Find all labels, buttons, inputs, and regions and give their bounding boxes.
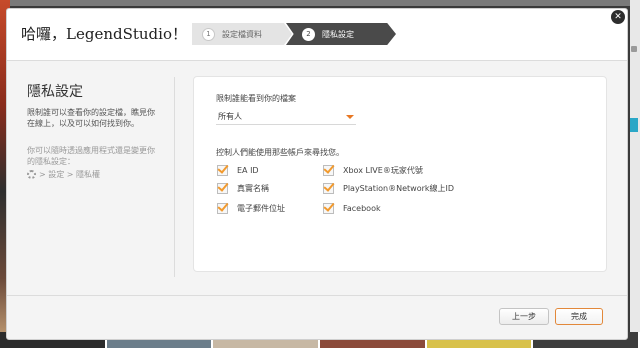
step-label: 隱私設定 bbox=[322, 29, 354, 39]
privacy-settings-dialog: 哈囉，LegendStudio！ 1 設定檔資料 2 隱私設定 ✕ 隱私設定 限… bbox=[6, 8, 628, 340]
sidebar: 隱私設定 限制誰可以查看你的設定檔，瞧見你在線上，以及可以如何找到你。 你可以隨… bbox=[27, 81, 157, 180]
back-button[interactable]: 上一步 bbox=[499, 308, 549, 325]
done-button[interactable]: 完成 bbox=[555, 308, 603, 325]
checkbox-label: PlayStation®Network線上ID bbox=[343, 184, 455, 193]
checkbox-label: 真實名稱 bbox=[237, 184, 269, 193]
profile-visibility-label: 限制誰能看到你的檔案 bbox=[216, 94, 296, 103]
background-right-icon bbox=[631, 46, 637, 52]
step-label: 設定檔資料 bbox=[222, 29, 262, 39]
sidebar-title: 隱私設定 bbox=[27, 84, 83, 100]
checkbox-icon bbox=[217, 203, 228, 214]
divider bbox=[174, 77, 175, 277]
background-top-bar bbox=[0, 0, 640, 6]
search-control-label: 控制人們能使用那些帳戶來尋找您。 bbox=[216, 148, 344, 157]
step-profile-info[interactable]: 1 設定檔資料 bbox=[192, 23, 292, 45]
checkbox-icon bbox=[323, 165, 334, 176]
close-icon[interactable]: ✕ bbox=[611, 10, 625, 24]
settings-path-text: > 設定 > 隱私權 bbox=[39, 170, 101, 179]
greeting-title: 哈囉，LegendStudio！ bbox=[21, 25, 187, 43]
checkbox-label: EA ID bbox=[237, 166, 259, 175]
sidebar-description: 限制誰可以查看你的設定檔，瞧見你在線上，以及可以如何找到你。 bbox=[27, 108, 155, 128]
step-number: 1 bbox=[202, 27, 215, 41]
gear-icon bbox=[27, 170, 36, 179]
dialog-footer: 上一步 完成 bbox=[7, 295, 627, 339]
checkbox-icon bbox=[323, 203, 334, 214]
checkbox-icon bbox=[217, 183, 228, 194]
dialog-header: 哈囉，LegendStudio！ 1 設定檔資料 2 隱私設定 bbox=[7, 9, 627, 61]
step-privacy-settings[interactable]: 2 隱私設定 bbox=[286, 23, 396, 45]
profile-visibility-select[interactable]: 所有人 bbox=[216, 109, 356, 125]
checkbox-ea-id[interactable]: EA ID bbox=[217, 165, 259, 176]
checkbox-facebook[interactable]: Facebook bbox=[323, 203, 381, 214]
checkbox-label: Xbox LIVE®玩家代號 bbox=[343, 166, 423, 175]
checkbox-real-name[interactable]: 真實名稱 bbox=[217, 183, 269, 194]
background-right-tab bbox=[630, 118, 638, 132]
checkbox-email[interactable]: 電子郵件位址 bbox=[217, 203, 285, 214]
chevron-down-icon bbox=[346, 115, 354, 119]
profile-visibility-value: 所有人 bbox=[218, 112, 242, 121]
settings-path: > 設定 > 隱私權 bbox=[27, 169, 157, 180]
checkbox-label: 電子郵件位址 bbox=[237, 204, 285, 213]
checkbox-icon bbox=[217, 165, 228, 176]
background-right-panel bbox=[630, 0, 640, 348]
privacy-options-card: 限制誰能看到你的檔案 所有人 控制人們能使用那些帳戶來尋找您。 EA ID 真實… bbox=[193, 76, 607, 272]
checkbox-icon bbox=[323, 183, 334, 194]
step-progress: 1 設定檔資料 2 隱私設定 bbox=[192, 23, 396, 45]
checkbox-xbox-live[interactable]: Xbox LIVE®玩家代號 bbox=[323, 165, 423, 176]
sidebar-hint: 你可以隨時透過應用程式還是變更你的隱私設定： bbox=[27, 146, 155, 166]
step-number: 2 bbox=[302, 27, 315, 41]
checkbox-label: Facebook bbox=[343, 204, 381, 213]
checkbox-psn[interactable]: PlayStation®Network線上ID bbox=[323, 183, 454, 194]
